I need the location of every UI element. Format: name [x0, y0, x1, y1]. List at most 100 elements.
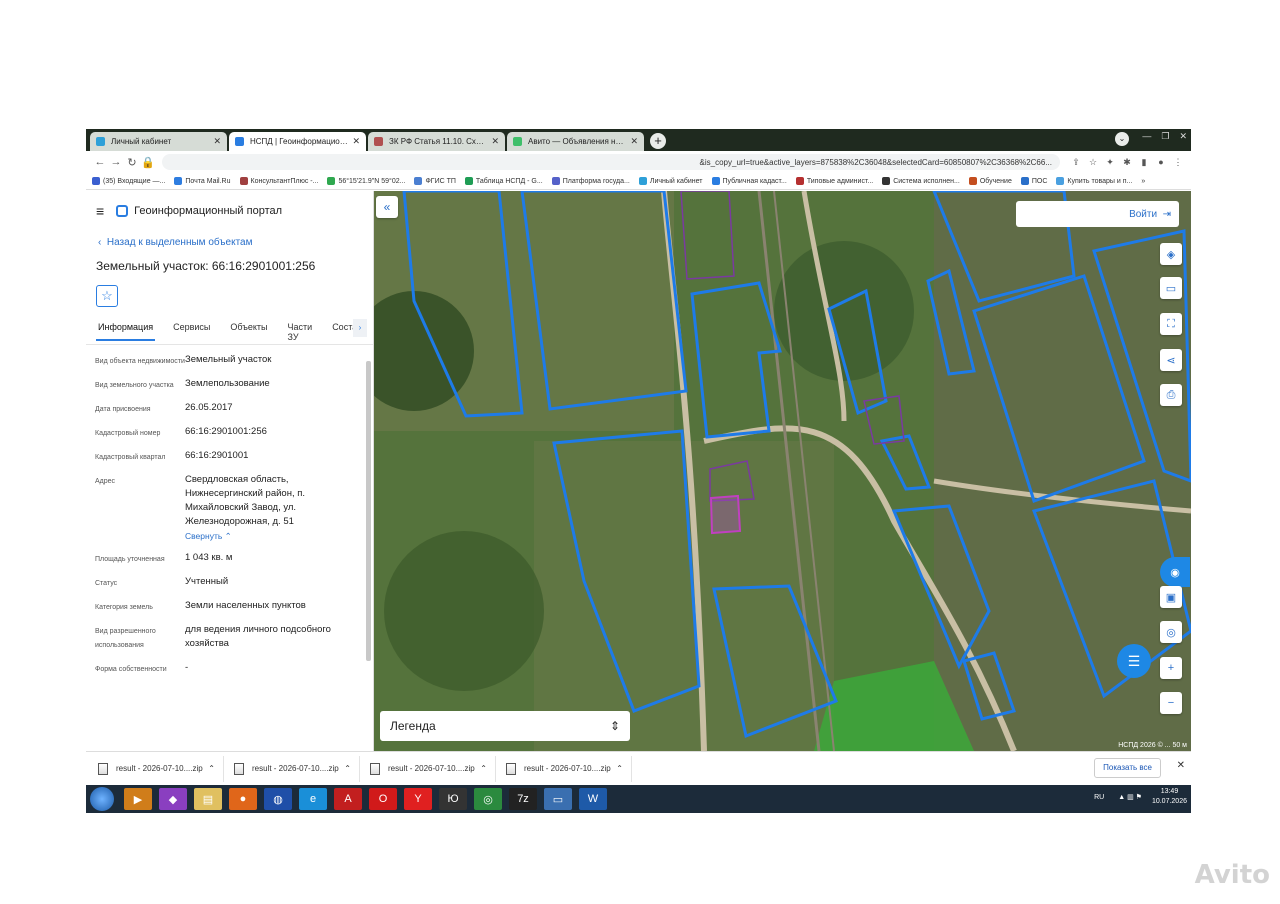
- language-indicator[interactable]: RU: [1094, 794, 1104, 801]
- bookmark-item[interactable]: Купить товары и п...: [1056, 177, 1132, 185]
- reload-icon[interactable]: ↻: [124, 156, 140, 169]
- minimap-button[interactable]: ▣: [1160, 586, 1182, 608]
- bookmark-star-icon[interactable]: ☆: [1086, 157, 1100, 168]
- minimize-icon[interactable]: —: [1142, 131, 1151, 142]
- puzzle-icon[interactable]: ✱: [1120, 157, 1134, 168]
- close-tab-icon[interactable]: ✕: [491, 136, 499, 147]
- collapse-panel-button[interactable]: «: [376, 196, 398, 218]
- tab-objects[interactable]: Объекты: [228, 319, 269, 339]
- url-field[interactable]: &is_copy_url=true&active_layers=875838%2…: [162, 154, 1060, 170]
- app-icon[interactable]: ◆: [159, 788, 187, 810]
- layers-button[interactable]: ◈: [1160, 243, 1182, 265]
- ruler-button[interactable]: ▭: [1160, 277, 1182, 299]
- more-bookmarks-icon[interactable]: »: [1141, 178, 1145, 185]
- select-area-button[interactable]: ⛶: [1160, 313, 1182, 335]
- globe-icon[interactable]: ◍: [264, 788, 292, 810]
- selected-parcel[interactable]: [709, 494, 742, 535]
- tabs-next-icon[interactable]: ›: [353, 319, 367, 337]
- zoom-in-button[interactable]: +: [1160, 657, 1182, 679]
- bookmark-item[interactable]: Система исполнен...: [882, 177, 960, 185]
- bookmark-item[interactable]: Таблица НСПД - G...: [464, 177, 543, 185]
- chrome-icon[interactable]: ◎: [474, 788, 502, 810]
- map-view[interactable]: « Войти ⇥ ◈ ▭ ⛶ ⋖ ⎙ ◉ ▣ ◎ ☰ + − Легенда ⇕…: [374, 191, 1191, 751]
- bookmark-item[interactable]: ФГИС ТП: [414, 177, 456, 185]
- browser-tab[interactable]: Личный кабинет ✕: [90, 132, 227, 151]
- start-button[interactable]: [90, 787, 114, 811]
- chevron-up-icon[interactable]: ⌃: [616, 764, 623, 773]
- network-icon[interactable]: ▥: [1127, 793, 1136, 801]
- tray-arrow-icon[interactable]: ▲: [1118, 794, 1127, 801]
- bookmark-item[interactable]: Обучение: [968, 177, 1012, 185]
- browser-tab-active[interactable]: НСПД | Геоинформационный п✕: [229, 132, 366, 151]
- login-button[interactable]: Войти ⇥: [1016, 201, 1179, 227]
- tab-information[interactable]: Информация: [96, 319, 156, 341]
- tab-parts[interactable]: Части ЗУ: [286, 319, 315, 349]
- file-explorer-icon[interactable]: ▤: [194, 788, 222, 810]
- close-tab-icon[interactable]: ✕: [213, 136, 221, 147]
- bookmark-item[interactable]: (35) Входящие —...: [92, 177, 165, 185]
- opera-icon[interactable]: O: [369, 788, 397, 810]
- chat-button[interactable]: ☰: [1117, 644, 1151, 678]
- download-item[interactable]: result - 2026-07-10....zip ⌃: [96, 755, 224, 782]
- assistant-button[interactable]: ◉: [1160, 557, 1190, 587]
- show-all-downloads-button[interactable]: Показать все: [1094, 758, 1161, 778]
- bookmark-item[interactable]: ПОС: [1020, 177, 1047, 185]
- flag-icon[interactable]: ⚑: [1136, 793, 1142, 801]
- browser-tab[interactable]: ЗК РФ Статья 11.10. Схема расп ✕: [368, 132, 505, 151]
- tab-search-icon[interactable]: ⌄: [1115, 132, 1129, 146]
- clock[interactable]: 13:49 10.07.2026: [1152, 787, 1187, 807]
- sidepanel-icon[interactable]: ▮: [1137, 157, 1151, 168]
- geolocation-button[interactable]: ◎: [1160, 621, 1182, 643]
- yu-app-icon[interactable]: Ю: [439, 788, 467, 810]
- panel-scrollbar[interactable]: [366, 361, 371, 661]
- bookmark-item[interactable]: Платформа госуда...: [551, 177, 630, 185]
- address-bar: ← → ↻ 🔒 &is_copy_url=true&active_layers=…: [86, 151, 1191, 173]
- extension-icon[interactable]: ✦: [1103, 157, 1117, 168]
- close-downloads-icon[interactable]: ✕: [1177, 760, 1185, 771]
- satellite-map[interactable]: [374, 191, 1191, 751]
- share-page-icon[interactable]: ⇪: [1069, 157, 1083, 168]
- collapse-link[interactable]: Свернуть ⌃: [185, 529, 355, 543]
- yandex-browser-icon[interactable]: Y: [404, 788, 432, 810]
- bookmark-item[interactable]: Публичная кадаст...: [711, 177, 787, 185]
- zoom-out-button[interactable]: −: [1160, 692, 1182, 714]
- firefox-icon[interactable]: ●: [229, 788, 257, 810]
- download-item[interactable]: result - 2026-07-10....zip ⌃: [368, 755, 496, 782]
- new-tab-button[interactable]: +: [650, 133, 666, 149]
- back-arrow-icon[interactable]: ←: [92, 156, 108, 168]
- lock-icon[interactable]: 🔒: [140, 156, 156, 169]
- chevron-up-icon[interactable]: ⌃: [480, 764, 487, 773]
- property-row: Вид разрешенного использования для ведени…: [95, 623, 373, 653]
- property-label: Кадастровый квартал: [95, 454, 166, 461]
- profile-icon[interactable]: ●: [1154, 157, 1168, 167]
- menu-dots-icon[interactable]: ⋮: [1171, 157, 1185, 168]
- close-window-icon[interactable]: ✕: [1179, 131, 1187, 142]
- browser-tab[interactable]: Авито — Объявления на сайте✕: [507, 132, 644, 151]
- back-to-selection-link[interactable]: ‹ Назад к выделенным объектам: [86, 237, 373, 248]
- download-item[interactable]: result - 2026-07-10....zip ⌃: [504, 755, 632, 782]
- share-button[interactable]: ⋖: [1160, 349, 1182, 371]
- download-item[interactable]: result - 2026-07-10....zip ⌃: [232, 755, 360, 782]
- pdf-reader-icon[interactable]: A: [334, 788, 362, 810]
- menu-icon[interactable]: ≡: [96, 203, 104, 219]
- tab-services[interactable]: Сервисы: [171, 319, 212, 339]
- maximize-icon[interactable]: ❐: [1161, 131, 1169, 142]
- chevron-up-icon[interactable]: ⌃: [344, 764, 351, 773]
- print-button[interactable]: ⎙: [1160, 384, 1182, 406]
- media-player-icon[interactable]: ▶: [124, 788, 152, 810]
- bookmark-item[interactable]: 56°15'21.9"N 59°02...: [327, 177, 405, 185]
- chevron-up-icon[interactable]: ⌃: [208, 764, 215, 773]
- bookmark-item[interactable]: Типовые админист...: [795, 177, 873, 185]
- legend-dropdown[interactable]: Легенда ⇕: [380, 711, 630, 741]
- close-tab-icon[interactable]: ✕: [630, 136, 638, 147]
- bookmark-item[interactable]: Личный кабинет: [638, 177, 703, 185]
- internet-explorer-icon[interactable]: e: [299, 788, 327, 810]
- window-app-icon[interactable]: ▭: [544, 788, 572, 810]
- favorite-star-button[interactable]: ☆: [96, 285, 118, 307]
- close-tab-icon[interactable]: ✕: [352, 136, 360, 147]
- forward-arrow-icon[interactable]: →: [108, 156, 124, 168]
- bookmark-item[interactable]: Почта Mail.Ru: [174, 177, 231, 185]
- word-icon[interactable]: W: [579, 788, 607, 810]
- bookmark-item[interactable]: КонсультантПлюс -...: [239, 177, 318, 185]
- 7zip-icon[interactable]: 7z: [509, 788, 537, 810]
